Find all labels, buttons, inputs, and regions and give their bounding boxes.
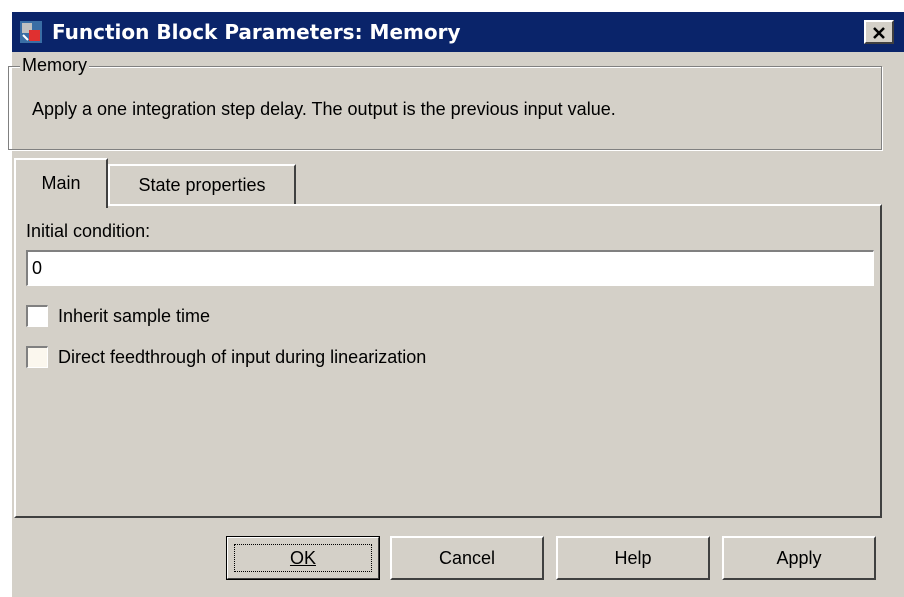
close-button[interactable] (864, 20, 894, 44)
block-description: Apply a one integration step delay. The … (32, 99, 616, 119)
direct-feedthrough-label: Direct feedthrough of input during linea… (58, 347, 427, 367)
ok-button-label: OK (289, 548, 316, 568)
inherit-sample-time-checkbox[interactable] (26, 305, 48, 327)
initial-condition-label: Initial condition: (26, 221, 151, 241)
inherit-sample-time-label: Inherit sample time (58, 306, 211, 326)
close-icon (873, 27, 885, 39)
title-bar[interactable]: Function Block Parameters: Memory (12, 12, 904, 52)
group-title: Memory (20, 55, 90, 75)
initial-condition-input[interactable] (26, 250, 874, 286)
tab-main[interactable]: Main (14, 158, 108, 208)
apply-button[interactable]: Apply (722, 536, 876, 580)
direct-feedthrough-checkbox[interactable] (26, 346, 48, 368)
help-button[interactable]: Help (556, 536, 710, 580)
ok-button[interactable]: OK (226, 536, 380, 580)
cancel-button[interactable]: Cancel (390, 536, 544, 580)
tab-state-properties[interactable]: State properties (108, 164, 296, 204)
simulink-block-icon (20, 21, 42, 43)
window-title: Function Block Parameters: Memory (52, 20, 461, 44)
